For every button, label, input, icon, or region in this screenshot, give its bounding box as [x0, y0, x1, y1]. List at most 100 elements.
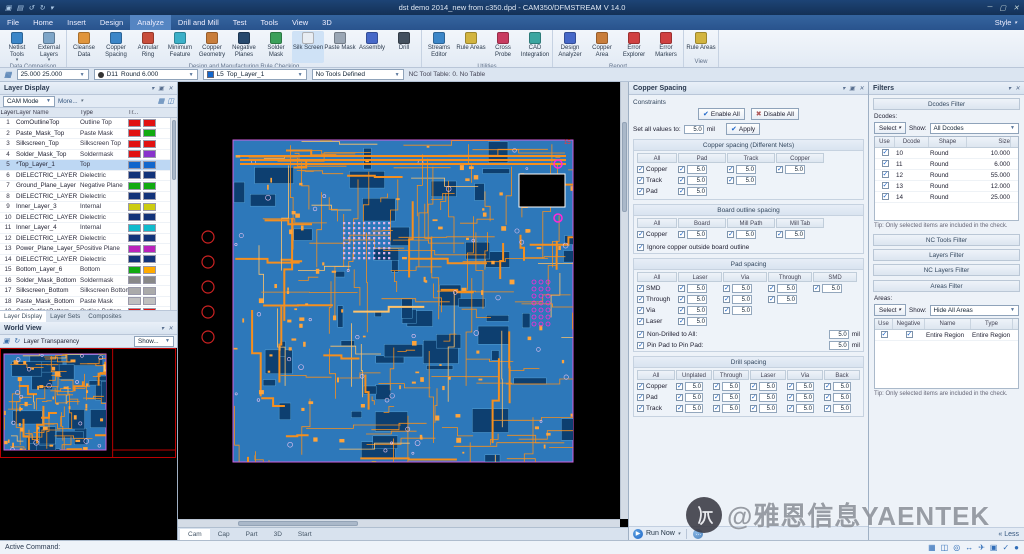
panel-close-icon[interactable]: ✕	[168, 85, 173, 92]
checkbox[interactable]	[637, 244, 644, 251]
spacing-value-input[interactable]: 5.0	[833, 382, 851, 391]
spacing-value-input[interactable]: 5.0	[736, 165, 756, 174]
layer-row[interactable]: 7 Ground_Plane_Layer Negative Plane	[0, 181, 177, 192]
spacing-value-cell[interactable]: 5.0	[713, 393, 749, 402]
column-header[interactable]: Size	[967, 137, 1011, 147]
spacing-value-cell[interactable]: 5.0	[678, 187, 726, 196]
checkbox[interactable]	[678, 307, 685, 314]
pcb-design-canvas[interactable]: 15	[178, 82, 620, 519]
layer-row[interactable]: 13 Power_Plane_Layer_5 Positive Plane	[0, 244, 177, 255]
spacing-value-cell[interactable]: 5.0	[678, 295, 722, 304]
qat-more-icon[interactable]: ▾	[50, 4, 54, 12]
checkbox[interactable]	[750, 394, 757, 401]
spacing-value-input[interactable]: 5.0	[736, 176, 756, 185]
checkbox[interactable]	[727, 231, 734, 238]
layer-type[interactable]: Silkscreen Top	[80, 140, 128, 147]
layer-color-swatch[interactable]	[128, 255, 141, 263]
column-header[interactable]: Negative	[893, 319, 925, 329]
layer-type[interactable]: Top	[80, 161, 128, 168]
spacing-value-input[interactable]: 5.0	[722, 404, 740, 413]
menu-item-insert[interactable]: Insert	[60, 15, 93, 30]
horizontal-scrollbar[interactable]	[178, 519, 620, 527]
checkbox[interactable]	[678, 296, 685, 303]
checkbox[interactable]	[882, 193, 889, 200]
layer-color-swatch[interactable]	[128, 224, 141, 232]
layer-row[interactable]: 19 ComOutlineBottom Outline Bottom	[0, 307, 177, 310]
spacing-value-cell[interactable]: 5.0	[678, 176, 726, 185]
matrix-column-header[interactable]: Mill Path	[727, 218, 775, 228]
menu-item-home[interactable]: Home	[26, 15, 60, 30]
layer-frame-color-swatch[interactable]	[143, 266, 156, 274]
layer-color-swatch[interactable]	[128, 171, 141, 179]
spacing-value-cell[interactable]: 5.0	[678, 284, 722, 293]
matrix-row-label[interactable]: Track	[637, 177, 677, 184]
nc-tools-filter-header[interactable]: NC Tools Filter	[873, 234, 1020, 246]
layer-type[interactable]: Dielectric	[80, 235, 128, 242]
spacing-value-cell[interactable]: 5.0	[678, 306, 722, 315]
matrix-column-header[interactable]: SMD	[813, 272, 857, 282]
view-tab[interactable]: Cam	[180, 529, 210, 540]
spacing-value-cell[interactable]: 5.0	[676, 393, 712, 402]
spacing-value-cell[interactable]: 5.0	[750, 382, 786, 391]
layer-frame-color-swatch[interactable]	[143, 203, 156, 211]
enable-all-button[interactable]: ✔Enable All	[698, 108, 745, 120]
checkbox[interactable]	[678, 231, 685, 238]
checkbox[interactable]	[637, 166, 644, 173]
column-header[interactable]: Layer Name	[16, 110, 80, 116]
dcodes-show-combo[interactable]: All Dcodes▼	[930, 123, 1019, 134]
less-button[interactable]: « Less	[869, 527, 1024, 540]
layer-name[interactable]: Silkscreen_Bottom	[16, 287, 80, 294]
world-show-combo[interactable]: Show...▼	[134, 336, 174, 347]
spacing-value-cell[interactable]: 5.0	[713, 382, 749, 391]
layer-table-scrollbar[interactable]	[170, 118, 177, 310]
redo-icon[interactable]: ↻	[39, 4, 45, 12]
layer-row[interactable]: 9 Inner_Layer_3 Internal	[0, 202, 177, 213]
matrix-column-header[interactable]: All	[637, 153, 677, 163]
select-icon[interactable]: ▣	[990, 543, 998, 552]
layer-row[interactable]: 4 Solder_Mask_Top Soldermask	[0, 150, 177, 161]
checkbox[interactable]	[676, 405, 683, 412]
dcode-row[interactable]: 10 Round 10.000	[875, 148, 1018, 159]
matrix-column-header[interactable]: Through	[713, 370, 749, 380]
layer-type[interactable]: Paste Mask	[80, 298, 128, 305]
layer-type[interactable]: Outline Bottom	[80, 308, 128, 310]
more-button[interactable]: More...	[58, 98, 78, 105]
spacing-value-cell[interactable]: 5.0	[813, 284, 857, 293]
layer-frame-color-swatch[interactable]	[143, 182, 156, 190]
layer-color-swatch[interactable]	[128, 234, 141, 242]
spacing-value-input[interactable]: 5.0	[722, 393, 740, 402]
layer-row[interactable]: 10 DIELECTRIC_LAYER Dielectric	[0, 213, 177, 224]
layer-frame-color-swatch[interactable]	[143, 171, 156, 179]
menu-item-3d[interactable]: 3D	[315, 15, 339, 30]
spacing-value-input[interactable]: 5.0	[687, 230, 707, 239]
checkbox[interactable]	[813, 285, 820, 292]
ribbon-button-streams-editor[interactable]: Streams Editor	[423, 31, 455, 63]
layer-name[interactable]: Inner_Layer_3	[16, 203, 80, 210]
layer-type[interactable]: Internal	[80, 203, 128, 210]
run-options-icon[interactable]: …	[693, 529, 703, 539]
layer-row[interactable]: 5 *Top_Layer_1 Top	[0, 160, 177, 171]
checkbox[interactable]	[824, 394, 831, 401]
menu-item-tools[interactable]: Tools	[254, 15, 286, 30]
layer-type[interactable]: Paste Mask	[80, 130, 128, 137]
ignore-copper-outside-checkbox[interactable]: Ignore copper outside board outline	[634, 242, 863, 253]
column-header[interactable]: Dcode	[895, 137, 929, 147]
checkbox[interactable]	[768, 285, 775, 292]
column-header[interactable]: Use	[875, 137, 895, 147]
checkbox[interactable]	[637, 383, 644, 390]
layer-row[interactable]: 15 Bottom_Layer_6 Bottom	[0, 265, 177, 276]
spacing-value-input[interactable]: 5.0	[759, 393, 777, 402]
layer-color-swatch[interactable]	[128, 119, 141, 127]
spacing-value-input[interactable]: 5.0	[777, 284, 797, 293]
spacing-value-input[interactable]: 5.0	[785, 230, 805, 239]
layer-row[interactable]: 12 DIELECTRIC_LAYER Dielectric	[0, 234, 177, 245]
design-viewport[interactable]: 15	[178, 82, 628, 527]
ribbon-button-design-analyzer[interactable]: Design Analyzer	[554, 31, 586, 63]
layer-color-swatch[interactable]	[128, 140, 141, 148]
checkbox[interactable]	[882, 149, 889, 156]
layer-type[interactable]: Negative Plane	[80, 182, 128, 189]
refresh-icon[interactable]: ↻	[14, 337, 20, 345]
dcode-combo[interactable]: D11Round 6.000▼	[94, 69, 198, 80]
layer-row[interactable]: 8 DIELECTRIC_LAYER Dielectric	[0, 192, 177, 203]
layer-name[interactable]: DIELECTRIC_LAYER	[16, 256, 80, 263]
